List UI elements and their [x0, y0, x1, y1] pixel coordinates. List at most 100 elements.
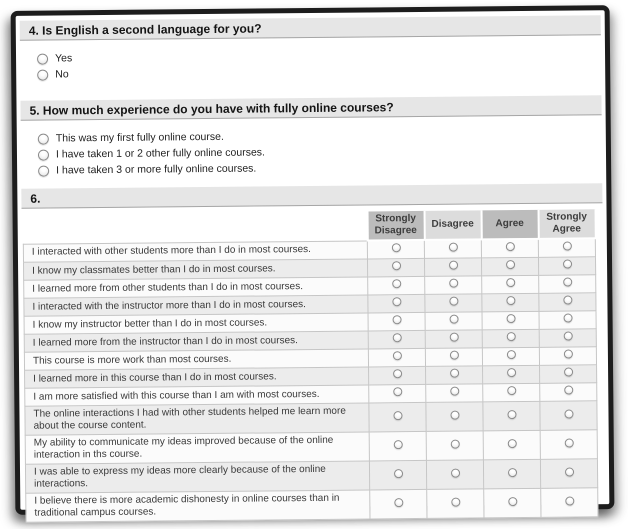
statement-column-header [23, 211, 367, 243]
radio-disagree[interactable] [449, 368, 459, 378]
cell-disagree [425, 347, 483, 367]
cell-strongly-agree [539, 364, 597, 384]
option-first-online-course-label: This was my first fully online course. [55, 130, 224, 145]
radio-strongly-agree[interactable] [563, 385, 573, 395]
cell-strongly-agree [538, 292, 597, 312]
radio-agree[interactable] [505, 296, 515, 306]
cell-agree [482, 383, 540, 402]
cell-strongly-agree [538, 274, 596, 294]
cell-agree [481, 257, 539, 276]
radio-strongly-agree[interactable] [562, 259, 572, 269]
cell-strongly-disagree [369, 460, 427, 490]
option-yes-label: Yes [54, 52, 73, 65]
cell-strongly-agree [539, 346, 597, 366]
radio-first-online-course[interactable] [37, 133, 49, 145]
cell-disagree [426, 430, 484, 461]
radio-disagree[interactable] [449, 332, 459, 342]
cell-strongly-disagree [369, 431, 427, 461]
question-6: 6. Strongly Disagree Disagree Agree Stro… [21, 183, 605, 523]
radio-taken-1-or-2[interactable] [37, 149, 50, 161]
cell-strongly-agree [539, 382, 597, 402]
radio-disagree[interactable] [450, 439, 460, 449]
radio-disagree[interactable] [450, 497, 460, 507]
cell-disagree [425, 365, 483, 385]
radio-agree[interactable] [506, 409, 517, 419]
radio-yes[interactable] [37, 53, 49, 65]
radio-strongly-agree[interactable] [563, 331, 573, 341]
radio-agree[interactable] [507, 467, 517, 477]
radio-agree[interactable] [505, 260, 515, 270]
cell-disagree [424, 293, 483, 313]
cell-strongly-agree [539, 328, 597, 348]
cell-agree [482, 329, 540, 348]
radio-strongly-disagree[interactable] [391, 243, 401, 253]
cell-disagree [426, 488, 484, 519]
radio-agree[interactable] [505, 242, 515, 252]
radio-disagree[interactable] [450, 468, 460, 478]
radio-strongly-agree[interactable] [563, 367, 573, 377]
radio-disagree[interactable] [448, 260, 458, 270]
radio-strongly-agree[interactable] [564, 467, 574, 477]
cell-agree [482, 365, 540, 384]
radio-strongly-disagree[interactable] [391, 279, 401, 289]
cell-agree [481, 293, 540, 312]
cell-agree [482, 401, 541, 431]
radio-strongly-disagree[interactable] [392, 315, 402, 325]
question-4-title: 4. Is English a second language for you? [19, 15, 601, 41]
cell-strongly-disagree [367, 294, 426, 313]
cell-strongly-disagree [368, 312, 426, 331]
radio-strongly-agree[interactable] [562, 241, 572, 251]
radio-strongly-agree[interactable] [563, 349, 573, 359]
radio-strongly-agree[interactable] [563, 313, 573, 323]
radio-agree[interactable] [506, 314, 516, 324]
cell-disagree [425, 401, 484, 432]
radio-disagree[interactable] [448, 242, 458, 252]
cell-agree [483, 430, 541, 460]
statement-text: I believe there is more academic dishone… [25, 489, 370, 523]
radio-agree[interactable] [506, 386, 516, 396]
radio-agree[interactable] [506, 350, 516, 360]
radio-disagree[interactable] [448, 296, 458, 306]
radio-strongly-agree[interactable] [562, 295, 572, 305]
cell-strongly-agree [538, 256, 596, 276]
radio-strongly-disagree[interactable] [393, 468, 403, 478]
radio-disagree[interactable] [449, 410, 460, 420]
radio-strongly-disagree[interactable] [391, 261, 401, 271]
radio-no[interactable] [37, 69, 49, 81]
radio-agree[interactable] [506, 368, 516, 378]
radio-disagree[interactable] [448, 278, 458, 288]
cell-strongly-disagree [367, 258, 425, 277]
radio-agree[interactable] [505, 278, 515, 288]
cell-strongly-agree [539, 400, 598, 431]
cell-strongly-disagree [368, 402, 427, 432]
radio-agree[interactable] [506, 332, 516, 342]
radio-strongly-disagree[interactable] [391, 297, 401, 307]
radio-strongly-disagree[interactable] [393, 439, 403, 449]
option-taken-3-or-more-label: I have taken 3 or more fully online cour… [56, 162, 257, 177]
radio-disagree[interactable] [449, 314, 459, 324]
radio-strongly-disagree[interactable] [392, 387, 402, 397]
cell-strongly-disagree [368, 348, 426, 367]
radio-strongly-agree[interactable] [562, 277, 572, 287]
radio-strongly-disagree[interactable] [393, 497, 403, 507]
cell-strongly-disagree [367, 276, 425, 295]
cell-agree [483, 488, 541, 518]
cell-disagree [424, 275, 482, 295]
column-header-strongly-agree: Strongly Agree [538, 209, 596, 239]
radio-disagree[interactable] [449, 350, 459, 360]
radio-strongly-disagree[interactable] [392, 333, 402, 343]
radio-strongly-agree[interactable] [564, 496, 574, 506]
cell-strongly-agree [540, 429, 598, 460]
radio-strongly-disagree[interactable] [392, 369, 402, 379]
radio-strongly-agree[interactable] [563, 409, 574, 419]
radio-strongly-disagree[interactable] [392, 410, 403, 420]
question-4: 4. Is English a second language for you?… [19, 15, 602, 83]
radio-taken-3-or-more[interactable] [38, 165, 50, 177]
radio-strongly-agree[interactable] [564, 438, 574, 448]
radio-agree[interactable] [507, 438, 517, 448]
question-5: 5. How much experience do you have with … [20, 95, 602, 179]
radio-strongly-disagree[interactable] [392, 351, 402, 361]
option-taken-1-or-2-label: I have taken 1 or 2 other fully online c… [55, 146, 265, 161]
radio-disagree[interactable] [449, 386, 459, 396]
radio-agree[interactable] [507, 496, 517, 506]
